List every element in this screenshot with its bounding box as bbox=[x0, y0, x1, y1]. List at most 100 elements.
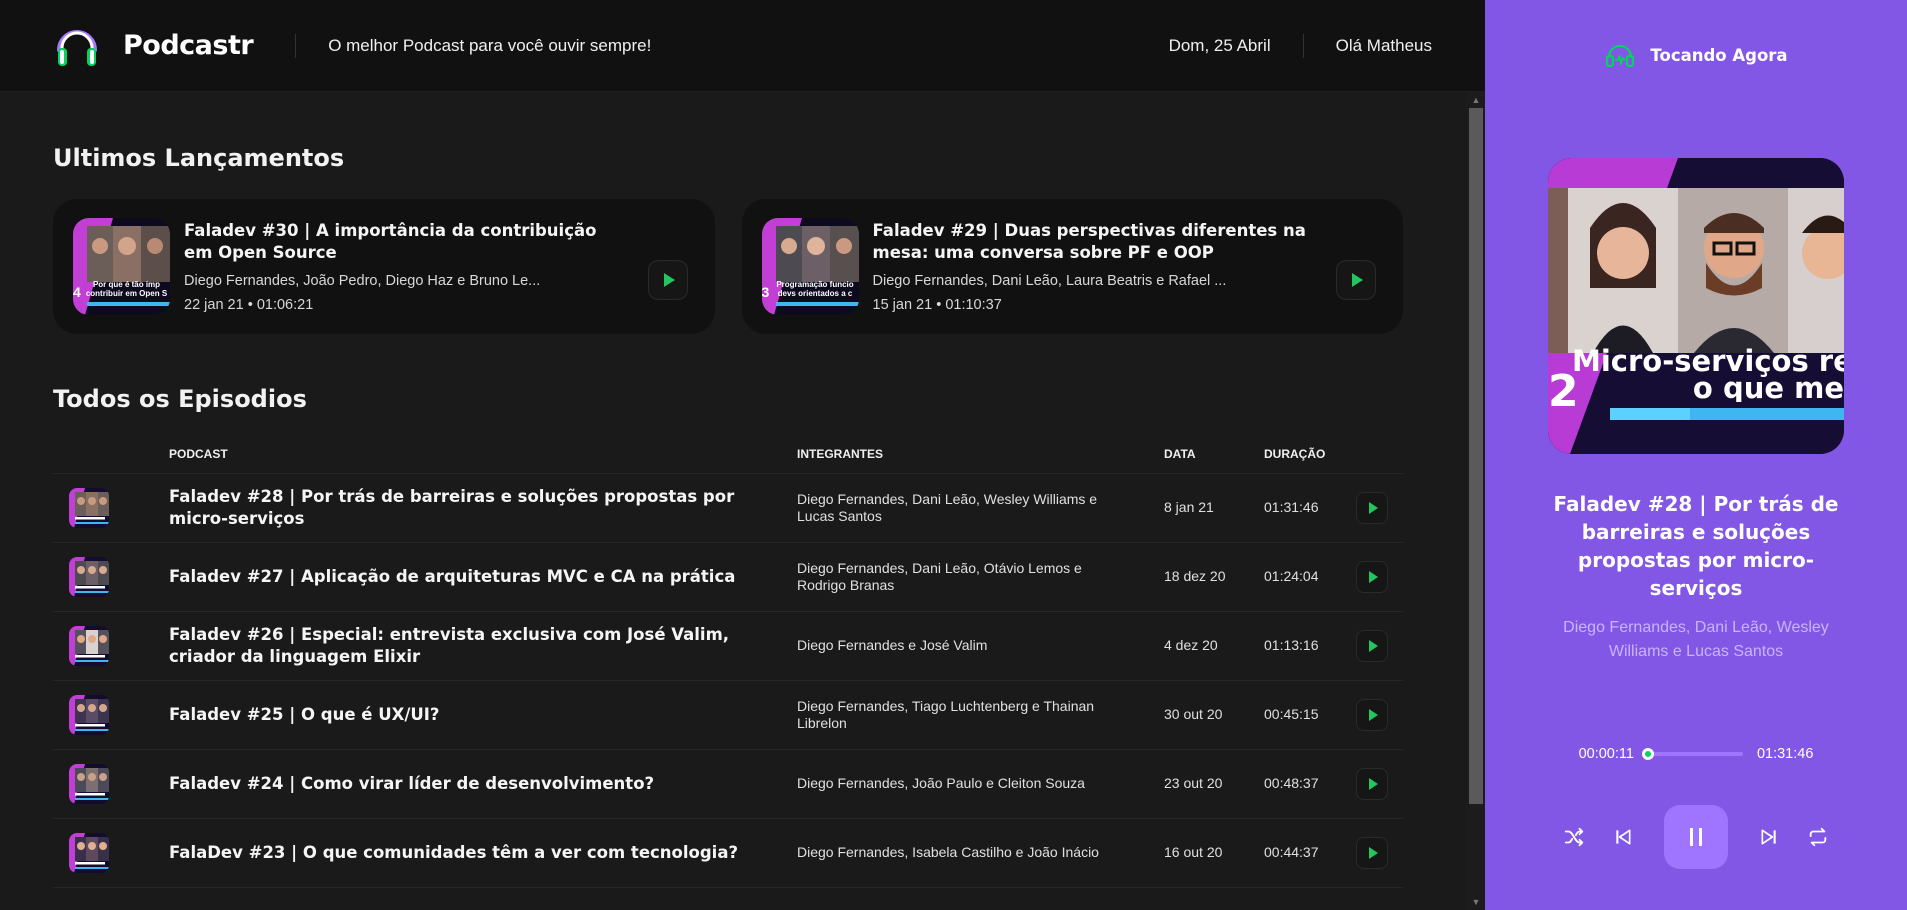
progress-slider[interactable] bbox=[1642, 748, 1743, 760]
episode-thumbnail[interactable] bbox=[69, 556, 109, 597]
episode-duration: 01:13:16 bbox=[1264, 636, 1319, 653]
episode-title[interactable]: Faladev #24 | Como virar líder de desenv… bbox=[169, 773, 797, 795]
members-cell: Diego Fernandes, Tiago Luchtenberg e Tha… bbox=[797, 680, 1164, 750]
members-cell: Diego Fernandes e José Valim bbox=[797, 611, 1164, 681]
table-row[interactable]: Faladev #25 | O que é UX/UI? Diego Ferna… bbox=[53, 680, 1403, 750]
previous-icon bbox=[1616, 829, 1631, 845]
episode-thumbnail[interactable]: Programação funcio devs orientados a c 3 bbox=[761, 218, 859, 315]
thumbnail-image bbox=[69, 556, 109, 597]
now-playing-title: Faladev #28 | Por trás de barreiras e so… bbox=[1553, 492, 1839, 600]
next-button[interactable] bbox=[1757, 825, 1781, 849]
play-button[interactable] bbox=[1356, 698, 1388, 731]
date-cell: 23 out 20 bbox=[1164, 749, 1264, 819]
episode-title[interactable]: Faladev #28 | Por trás de barreiras e so… bbox=[169, 486, 797, 530]
date-cell: 4 dez 20 bbox=[1164, 611, 1264, 681]
episode-thumbnail[interactable] bbox=[69, 487, 109, 528]
previous-button[interactable] bbox=[1611, 825, 1635, 849]
play-icon bbox=[1369, 501, 1378, 514]
episode-thumbnail[interactable] bbox=[69, 832, 109, 873]
now-playing-label: Tocando Agora bbox=[1650, 45, 1788, 65]
next-icon bbox=[1761, 829, 1776, 845]
duration-cell: 00:45:15 bbox=[1264, 680, 1356, 750]
episode-title[interactable]: Faladev #25 | O que é UX/UI? bbox=[169, 704, 797, 726]
play-button[interactable] bbox=[1356, 560, 1388, 593]
duration-cell: 01:31:46 bbox=[1264, 473, 1356, 543]
members-cell: Diego Fernandes, João Paulo e Cleiton So… bbox=[797, 749, 1164, 819]
episodes-table: PODCAST INTEGRANTES DATA DURAÇÃO Faladev… bbox=[53, 447, 1403, 888]
episode-thumbnail[interactable] bbox=[69, 694, 109, 735]
play-button[interactable] bbox=[1356, 629, 1388, 662]
all-episodes-title: Todos os Episodios bbox=[53, 385, 307, 413]
play-icon bbox=[1369, 846, 1378, 859]
play-button[interactable] bbox=[1336, 260, 1376, 300]
episode-title[interactable]: FalaDev #23 | O que comunidades têm a ve… bbox=[169, 842, 797, 864]
table-row[interactable]: Faladev #27 | Aplicação de arquiteturas … bbox=[53, 542, 1403, 612]
table-header: PODCAST INTEGRANTES DATA DURAÇÃO bbox=[53, 447, 1403, 474]
thumbnail-image bbox=[761, 218, 859, 315]
action-cell bbox=[1356, 542, 1403, 612]
latest-card[interactable]: Por que é tão imp contribuir em Open S 4… bbox=[53, 199, 715, 334]
thumbnail-number: 4 bbox=[73, 284, 81, 300]
duration-cell: 01:13:16 bbox=[1264, 611, 1356, 681]
thumbnail-image bbox=[69, 487, 109, 528]
play-button[interactable] bbox=[1356, 767, 1388, 800]
play-icon bbox=[663, 273, 675, 287]
members-cell: Diego Fernandes, Dani Leão, Wesley Willi… bbox=[797, 473, 1164, 543]
episode-date: 18 dez 20 bbox=[1164, 567, 1226, 584]
divider bbox=[295, 33, 297, 58]
episode-thumbnail[interactable] bbox=[69, 625, 109, 666]
header-row: PODCAST INTEGRANTES DATA DURAÇÃO bbox=[53, 447, 1403, 474]
date-cell: 16 out 20 bbox=[1164, 818, 1264, 888]
action-cell bbox=[1356, 473, 1403, 543]
headphones-logo-icon bbox=[57, 29, 97, 66]
table-row[interactable]: FalaDev #23 | O que comunidades têm a ve… bbox=[53, 818, 1403, 888]
episode-duration: 00:45:15 bbox=[1264, 705, 1319, 722]
main-area: Podcastr O melhor Podcast para você ouvi… bbox=[0, 0, 1485, 910]
episode-title[interactable]: Faladev #30 | A importância da contribui… bbox=[184, 220, 625, 264]
thumbnail-image bbox=[69, 832, 109, 873]
table-body: Faladev #28 | Por trás de barreiras e so… bbox=[53, 473, 1403, 888]
episode-members: Diego Fernandes, João Pedro, Diego Haz e… bbox=[184, 273, 541, 289]
play-button[interactable] bbox=[647, 260, 688, 300]
date-cell: 18 dez 20 bbox=[1164, 542, 1264, 612]
episode-thumbnail[interactable] bbox=[69, 763, 109, 804]
latest-episodes: Por que é tão imp contribuir em Open S 4… bbox=[53, 199, 1403, 334]
logo[interactable]: Podcastr bbox=[53, 22, 254, 70]
card-info: Faladev #30 | A importância da contribui… bbox=[184, 220, 695, 313]
episode-date: 15 jan 21 bbox=[872, 297, 933, 313]
episode-thumbnail[interactable]: Por que é tão imp contribuir em Open S 4 bbox=[73, 218, 170, 315]
header-right: Dom, 25 Abril Olá Matheus bbox=[1169, 33, 1432, 58]
episode-title[interactable]: Faladev #29 | Duas perspectivas diferent… bbox=[873, 220, 1314, 264]
duration-cell: 00:48:37 bbox=[1264, 749, 1356, 819]
column-header-duration: DURAÇÃO bbox=[1264, 447, 1356, 474]
column-header-date: DATA bbox=[1164, 447, 1264, 474]
table-row[interactable]: Faladev #24 | Como virar líder de desenv… bbox=[53, 749, 1403, 819]
table-row[interactable]: Faladev #26 | Especial: entrevista exclu… bbox=[53, 611, 1403, 681]
scroll-down-arrow-icon[interactable]: ▼ bbox=[1467, 894, 1485, 910]
episode-title[interactable]: Faladev #26 | Especial: entrevista exclu… bbox=[169, 624, 797, 668]
scroll-thumb[interactable] bbox=[1469, 108, 1483, 804]
play-button[interactable] bbox=[1356, 491, 1388, 524]
tagline: O melhor Podcast para você ouvir sempre! bbox=[328, 35, 652, 55]
repeat-button[interactable] bbox=[1806, 825, 1830, 849]
repeat-icon bbox=[1809, 827, 1827, 847]
cover-caption: Micro-serviços re o que me bbox=[1572, 348, 1844, 402]
headphones-icon bbox=[1606, 44, 1635, 68]
episode-duration: 01:24:04 bbox=[1264, 567, 1319, 584]
play-button[interactable] bbox=[1356, 836, 1388, 869]
latest-card[interactable]: Programação funcio devs orientados a c 3… bbox=[741, 199, 1403, 334]
episode-duration: 00:44:37 bbox=[1264, 843, 1319, 860]
column-header-podcast: PODCAST bbox=[169, 447, 797, 474]
scrollbar[interactable]: ▲ ▼ bbox=[1467, 92, 1485, 910]
scroll-up-arrow-icon[interactable]: ▲ bbox=[1467, 92, 1485, 108]
episode-title[interactable]: Faladev #27 | Aplicação de arquiteturas … bbox=[169, 566, 797, 588]
episode-cover: Micro-serviços re o que me 2 bbox=[1548, 158, 1844, 454]
shuffle-button[interactable] bbox=[1562, 825, 1586, 849]
pause-button[interactable] bbox=[1664, 805, 1728, 869]
date-cell: 30 out 20 bbox=[1164, 680, 1264, 750]
thumb-cell bbox=[53, 611, 169, 681]
episode-duration: 01:06:21 bbox=[256, 297, 314, 313]
progress-handle[interactable] bbox=[1642, 748, 1655, 760]
table-row[interactable]: Faladev #28 | Por trás de barreiras e so… bbox=[53, 473, 1403, 543]
title-cell: Faladev #24 | Como virar líder de desenv… bbox=[169, 749, 797, 819]
